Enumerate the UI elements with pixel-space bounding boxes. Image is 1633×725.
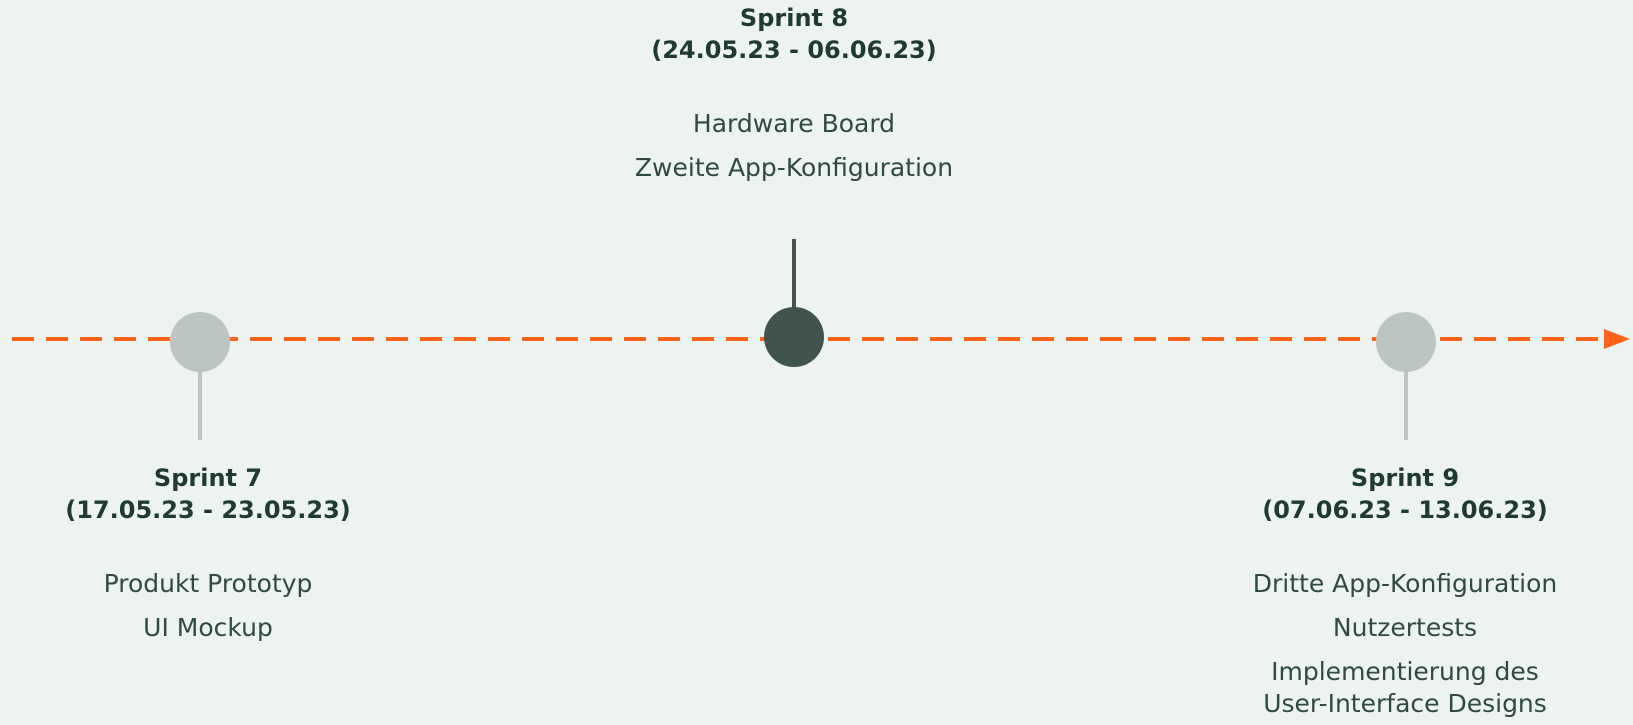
task-item: Implementierung des User-Interface Desig… xyxy=(1263,657,1547,718)
milestone-marker-sprint-9 xyxy=(1376,312,1436,372)
task-list: Hardware Board Zweite App-Konfiguration xyxy=(635,108,953,184)
sprint-title: Sprint 9 xyxy=(1350,464,1460,492)
task-list: Produkt Prototyp UI Mockup xyxy=(65,568,350,644)
sprint-dates: (24.05.23 - 06.06.23) xyxy=(651,36,937,64)
task-item: Nutzertests xyxy=(1332,613,1478,642)
sprint-dates: (07.06.23 - 13.06.23) xyxy=(1262,496,1548,524)
sprint-title: Sprint 8 xyxy=(739,4,849,32)
task-list: Dritte App-Konfiguration Nutzertests Imp… xyxy=(1240,568,1570,720)
task-item: Hardware Board xyxy=(692,109,896,138)
task-item: Produkt Prototyp xyxy=(103,569,313,598)
milestone-marker-sprint-8 xyxy=(764,307,824,367)
milestone-marker-sprint-7 xyxy=(170,312,230,372)
sprint-8-block: Sprint 8 (24.05.23 - 06.06.23) Hardware … xyxy=(635,2,953,196)
arrow-right-icon xyxy=(1604,329,1630,349)
sprint-title: Sprint 7 xyxy=(153,464,263,492)
task-item: UI Mockup xyxy=(143,613,273,642)
task-item: Zweite App-Konfiguration xyxy=(634,153,954,182)
sprint-7-block: Sprint 7 (17.05.23 - 23.05.23) Produkt P… xyxy=(65,462,350,656)
task-item: Dritte App-Konfiguration xyxy=(1252,569,1558,598)
sprint-9-block: Sprint 9 (07.06.23 - 13.06.23) Dritte Ap… xyxy=(1240,462,1570,720)
sprint-dates: (17.05.23 - 23.05.23) xyxy=(65,496,351,524)
